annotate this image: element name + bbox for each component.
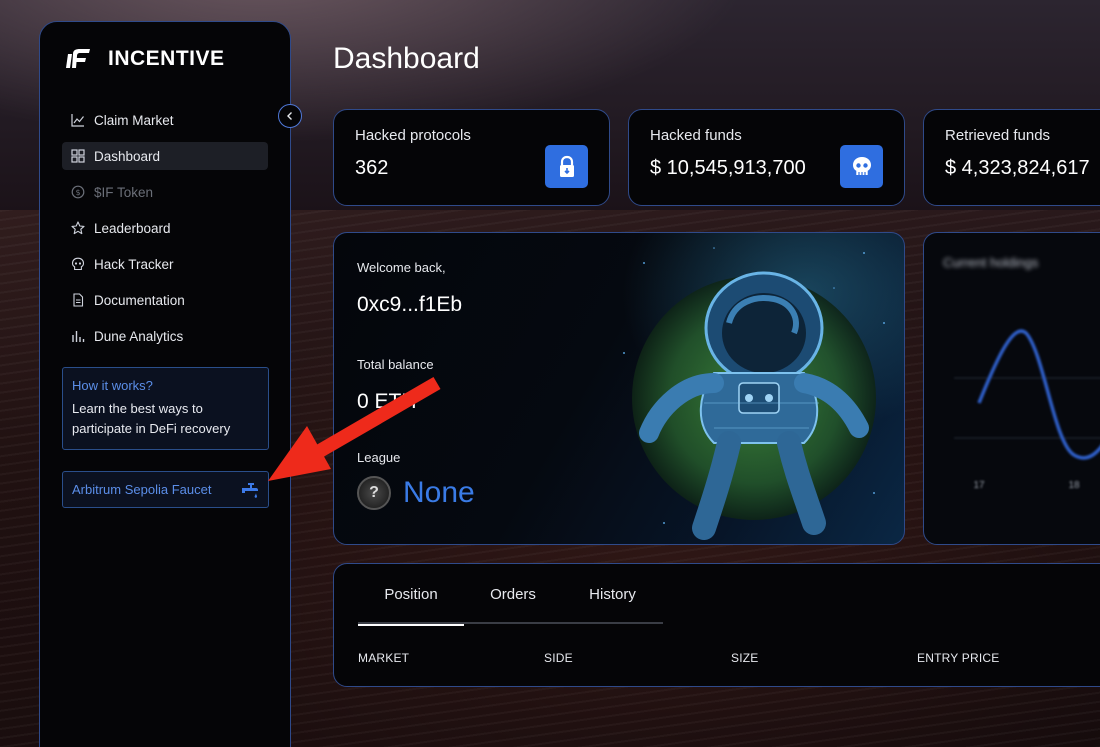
chevron-left-icon xyxy=(287,112,292,120)
sidebar-item-leaderboard[interactable]: Leaderboard xyxy=(62,214,268,242)
column-header-market[interactable]: MARKET xyxy=(358,651,409,665)
tab-history[interactable]: History xyxy=(562,564,663,624)
welcome-card: Welcome back, 0xc9...f1Eb Total balance … xyxy=(333,232,905,545)
tab-orders[interactable]: Orders xyxy=(464,564,562,624)
league-value: None xyxy=(403,476,475,509)
skull-icon xyxy=(71,257,85,271)
sidebar-item-label: Dashboard xyxy=(94,148,161,164)
current-holdings-card: Current holdings 17 18 xyxy=(923,232,1100,545)
sidebar-item-label: Leaderboard xyxy=(94,220,171,236)
how-it-works-card[interactable]: How it works? Learn the best ways to par… xyxy=(62,367,269,450)
stat-card-hacked-protocols: Hacked protocols 362 xyxy=(333,109,610,206)
stat-card-hacked-funds: Hacked funds $ 10,545,913,700 xyxy=(628,109,905,206)
league-label: League xyxy=(357,450,401,465)
tab-position[interactable]: Position xyxy=(358,564,464,626)
holdings-chart: 17 18 xyxy=(954,329,1100,491)
document-icon xyxy=(71,293,85,307)
chart-line-icon xyxy=(71,113,85,127)
total-balance-value: 0 ETH xyxy=(357,390,417,413)
star-icon xyxy=(71,221,85,235)
faucet-label: Arbitrum Sepolia Faucet xyxy=(72,482,212,497)
sidebar-item-label: Hack Tracker xyxy=(94,256,174,272)
svg-text:$: $ xyxy=(75,188,80,197)
holdings-tick-label: 17 xyxy=(973,480,985,491)
how-it-works-line-2: participate in DeFi recovery xyxy=(72,421,231,436)
total-balance-label: Total balance xyxy=(357,357,434,372)
stat-label: Hacked funds xyxy=(650,127,742,144)
sidebar-item-label: Claim Market xyxy=(94,112,174,128)
positions-tabs: Position Orders History xyxy=(358,564,663,626)
league-badge-icon: ? xyxy=(357,476,391,510)
holdings-tick-label: 18 xyxy=(1068,480,1080,491)
faucet-icon xyxy=(242,482,258,498)
sidebar-item-if-token[interactable]: $ $IF Token xyxy=(62,178,268,206)
sidebar-item-hack-tracker[interactable]: Hack Tracker xyxy=(62,250,268,278)
brand[interactable]: INCENTIVE xyxy=(64,46,225,72)
skull-icon xyxy=(840,145,883,188)
page-title: Dashboard xyxy=(333,42,480,75)
astronaut-illustration xyxy=(623,247,885,540)
bar-chart-icon xyxy=(71,329,85,343)
brand-name: INCENTIVE xyxy=(108,47,225,70)
column-header-entry-price[interactable]: ENTRY PRICE xyxy=(917,651,999,665)
sidebar-item-dune-analytics[interactable]: Dune Analytics xyxy=(62,322,268,350)
stat-label: Hacked protocols xyxy=(355,127,471,144)
sidebar-item-claim-market[interactable]: Claim Market xyxy=(62,106,268,134)
arbitrum-sepolia-faucet-button[interactable]: Arbitrum Sepolia Faucet xyxy=(62,471,269,508)
sidebar: INCENTIVE Claim Market Dashboard $ $IF T… xyxy=(39,21,291,747)
league-row: ? None xyxy=(357,476,475,510)
holdings-title: Current holdings xyxy=(943,255,1039,270)
incentive-logo-icon xyxy=(66,49,90,68)
stat-label: Retrieved funds xyxy=(945,127,1051,144)
sidebar-item-label: Documentation xyxy=(94,292,185,308)
sidebar-item-dashboard[interactable]: Dashboard xyxy=(62,142,268,170)
how-it-works-line-1: Learn the best ways to xyxy=(72,401,203,416)
lock-icon xyxy=(545,145,588,188)
stat-value: $ 4,323,824,617 xyxy=(945,157,1090,179)
sidebar-nav: Claim Market Dashboard $ $IF Token Leade… xyxy=(62,106,268,358)
column-header-size[interactable]: SIZE xyxy=(731,651,758,665)
sidebar-item-label: Dune Analytics xyxy=(94,328,184,344)
how-it-works-title: How it works? xyxy=(72,378,153,393)
positions-card: Position Orders History MARKET SIDE SIZE… xyxy=(333,563,1100,687)
wallet-address[interactable]: 0xc9...f1Eb xyxy=(357,293,462,317)
stat-card-retrieved-funds: Retrieved funds $ 4,323,824,617 xyxy=(923,109,1100,206)
column-header-side[interactable]: SIDE xyxy=(544,651,573,665)
sidebar-item-label: $IF Token xyxy=(94,184,154,200)
grid-icon xyxy=(71,149,85,163)
coin-icon: $ xyxy=(71,185,85,199)
sidebar-item-documentation[interactable]: Documentation xyxy=(62,286,268,314)
sidebar-collapse-button[interactable] xyxy=(278,104,302,128)
welcome-greeting: Welcome back, xyxy=(357,260,446,275)
